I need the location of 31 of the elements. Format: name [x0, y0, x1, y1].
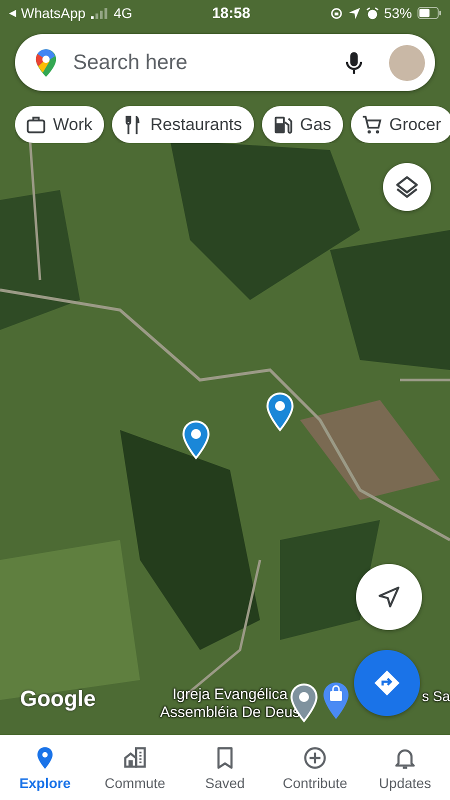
plus-circle-icon: [302, 744, 328, 770]
shopping-cart-icon: [361, 114, 384, 136]
back-triangle-icon: [8, 8, 17, 18]
map-pin-icon[interactable]: [182, 420, 210, 460]
signal-icon: [90, 8, 109, 18]
battery-percentage: 53%: [384, 5, 412, 21]
category-chip[interactable]: Gas: [262, 106, 344, 143]
clock-time: 18:58: [212, 4, 250, 22]
map-pin-icon[interactable]: [266, 392, 294, 432]
category-chip[interactable]: Grocer: [351, 106, 450, 143]
search-input[interactable]: Search here: [71, 50, 327, 76]
layers-icon: [394, 174, 420, 200]
directions-icon: [372, 668, 402, 698]
nav-tab[interactable]: Contribute: [270, 735, 360, 800]
nav-tab[interactable]: Updates: [360, 735, 450, 800]
network-type: 4G: [114, 5, 132, 21]
back-to-app-link[interactable]: WhatsApp: [8, 5, 86, 21]
alarm-clock-icon: [366, 6, 379, 20]
nav-tab[interactable]: Explore: [0, 735, 90, 800]
map-pin-logo-icon: [35, 48, 57, 78]
rotation-lock-icon: [330, 6, 343, 20]
nav-tab[interactable]: Commute: [90, 735, 180, 800]
place-label: s Sa: [422, 687, 450, 705]
search-bar[interactable]: Search here: [15, 34, 435, 91]
map-logo-text: Google: [20, 686, 96, 712]
category-chip[interactable]: Restaurants: [112, 106, 254, 143]
buildings-icon: [122, 744, 148, 770]
location-arrow-icon: [348, 6, 361, 20]
category-chip[interactable]: Work: [15, 106, 104, 143]
battery-icon: [417, 7, 442, 19]
nav-tab[interactable]: Saved: [180, 735, 270, 800]
